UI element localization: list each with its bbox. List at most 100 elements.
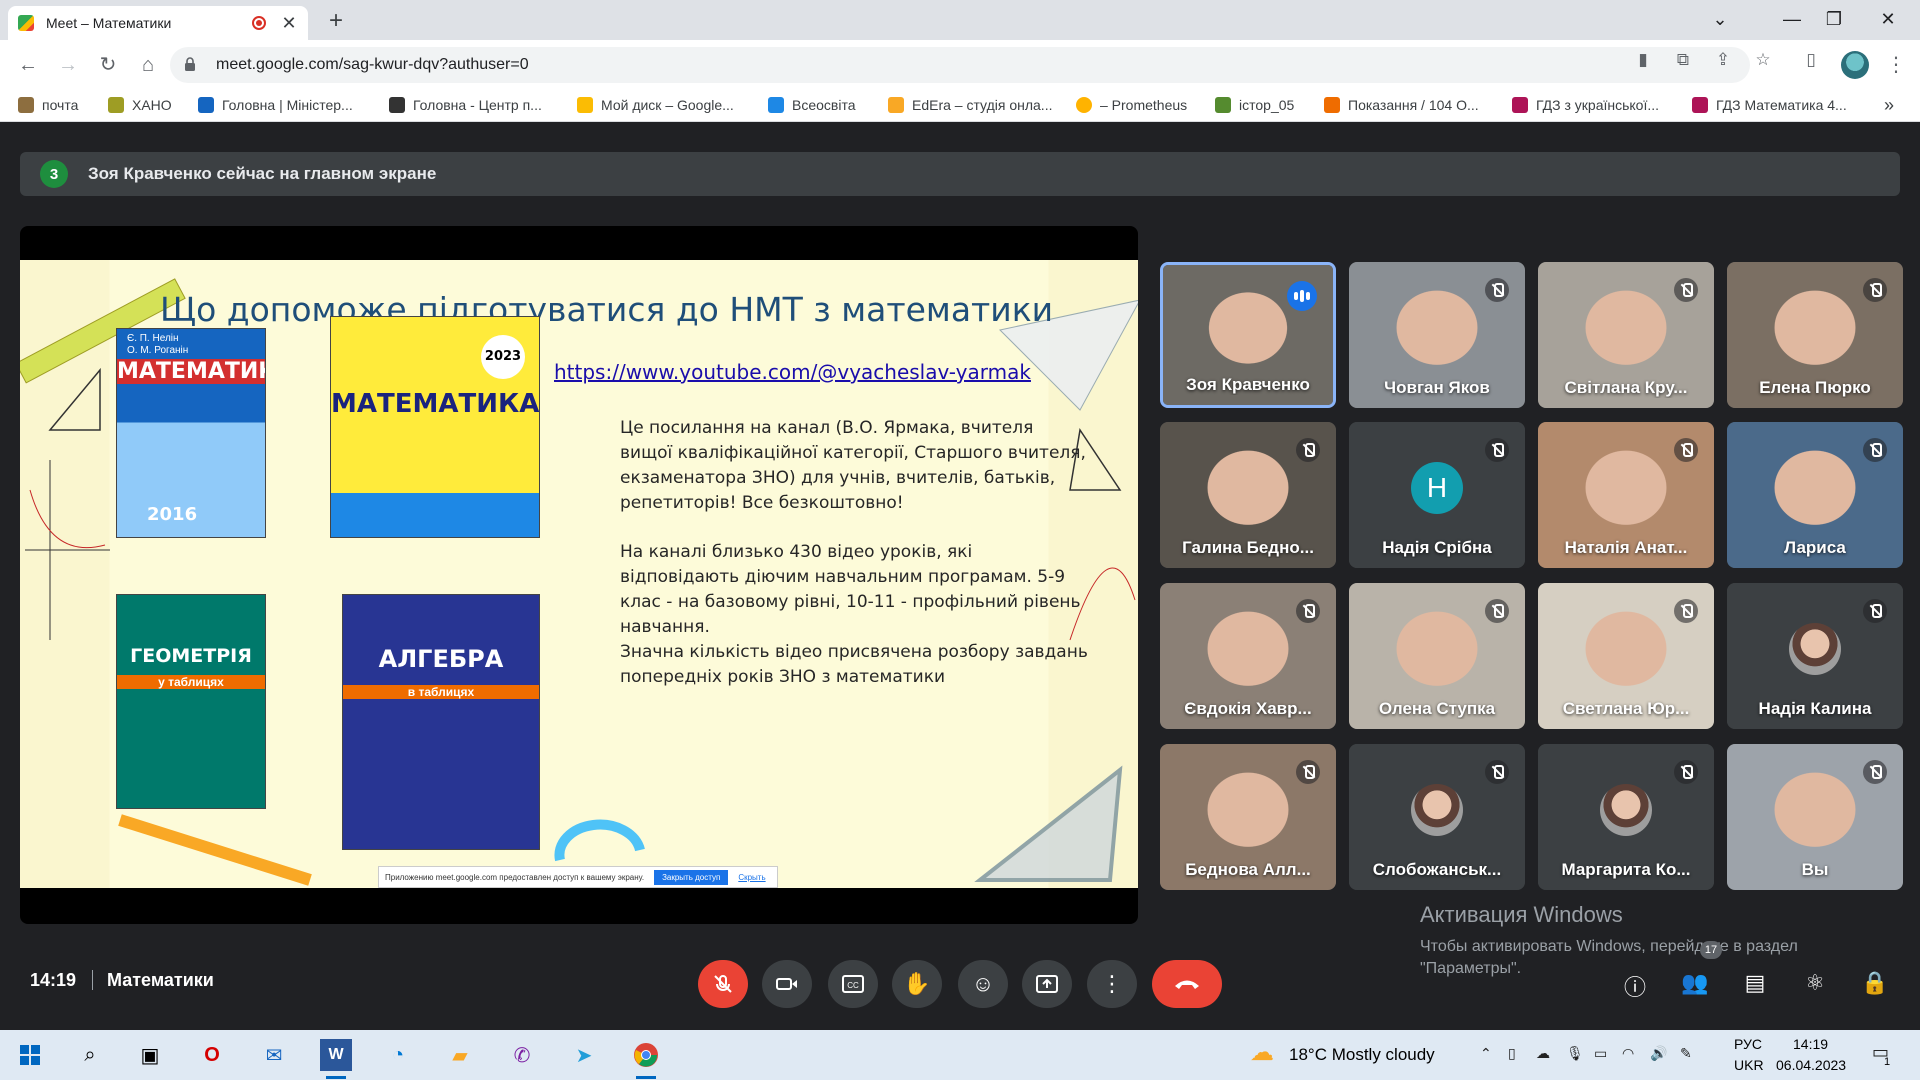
bookmark-icon — [1324, 97, 1340, 113]
raise-hand-button[interactable]: ✋ — [892, 960, 942, 1008]
present-screen-button[interactable] — [1022, 960, 1072, 1008]
wifi-icon[interactable]: ◠ — [1622, 1045, 1634, 1062]
telegram-icon[interactable]: ➤ — [568, 1039, 600, 1071]
participant-tile[interactable]: Наталія Анат... — [1538, 422, 1714, 568]
participant-tile[interactable]: Надія Калина — [1727, 583, 1903, 729]
participant-name: Вы — [1801, 860, 1829, 879]
bookmark-item[interactable]: Всеосвіта — [768, 97, 856, 113]
bookmark-item[interactable]: EdEra – студія онла... — [888, 97, 1052, 113]
reactions-button[interactable]: ☺ — [958, 960, 1008, 1008]
mic-off-icon — [1674, 278, 1698, 302]
profile-avatar[interactable] — [1841, 51, 1869, 79]
tab-search-icon[interactable]: ⌄ — [1700, 6, 1740, 32]
mail-app-icon[interactable]: ✉ — [258, 1039, 290, 1071]
bookmarks-overflow-button[interactable]: » — [1884, 95, 1894, 116]
back-arrow-icon[interactable]: ← — [14, 51, 42, 79]
windows-start-icon[interactable] — [14, 1039, 46, 1071]
participant-tile[interactable]: Слобожанськ... — [1349, 744, 1525, 890]
maximize-button[interactable]: ❐ — [1814, 6, 1854, 32]
side-panel-icon[interactable]: ▯ — [1800, 50, 1822, 70]
end-call-button[interactable] — [1152, 960, 1222, 1008]
bookmark-star-icon[interactable]: ☆ — [1752, 50, 1774, 70]
weather-text[interactable]: 18°C Mostly cloudy — [1289, 1045, 1435, 1065]
stop-sharing-button[interactable]: Закрыть доступ — [654, 869, 729, 885]
new-tab-button[interactable]: + — [322, 8, 350, 34]
hide-notice-link[interactable]: Скрыть — [738, 873, 765, 882]
word-icon[interactable]: W — [320, 1039, 352, 1079]
minimize-button[interactable]: — — [1772, 6, 1812, 32]
browser-menu-icon[interactable]: ⋮ — [1886, 52, 1906, 77]
bookmark-item[interactable]: ГДЗ Математика 4... — [1692, 97, 1847, 113]
taskbar-clock-date[interactable]: 06.04.2023 — [1776, 1057, 1846, 1073]
home-icon[interactable]: ⌂ — [134, 51, 162, 79]
close-tab-icon[interactable]: ✕ — [280, 13, 298, 34]
bookmark-item[interactable]: Головна - Центр п... — [389, 97, 542, 113]
bookmark-item[interactable]: Мой диск – Google... — [577, 97, 734, 113]
participant-tile[interactable]: Н Надія Срібна — [1349, 422, 1525, 568]
participant-name: Світлана Кру... — [1564, 378, 1688, 397]
open-in-new-icon[interactable]: ⧉ — [1672, 50, 1694, 70]
reload-icon[interactable]: ↻ — [94, 51, 122, 79]
participant-tile[interactable]: Євдокія Хавр... — [1160, 583, 1336, 729]
mic-off-icon — [1296, 599, 1320, 623]
file-explorer-icon[interactable]: ▰ — [444, 1039, 476, 1071]
bookmark-item[interactable]: істор_05 — [1215, 97, 1294, 113]
battery-icon[interactable]: ▭ — [1594, 1045, 1607, 1062]
close-window-button[interactable]: ✕ — [1868, 6, 1908, 32]
captions-button[interactable]: CC — [828, 960, 878, 1008]
viber-icon[interactable]: ✆ — [506, 1039, 538, 1071]
chrome-icon[interactable] — [630, 1039, 662, 1079]
opera-icon[interactable]: O — [196, 1039, 228, 1071]
task-view-icon[interactable]: ▣ — [134, 1039, 166, 1071]
share-icon[interactable]: ⇪ — [1712, 50, 1734, 70]
camera-toggle-button[interactable] — [762, 960, 812, 1008]
input-language-top[interactable]: РУС — [1734, 1036, 1762, 1052]
activities-icon[interactable]: ⚛ — [1798, 970, 1832, 996]
more-options-button[interactable]: ⋮ — [1087, 960, 1137, 1008]
search-icon[interactable]: ⌕ — [74, 1039, 106, 1071]
bookmark-item[interactable]: ХАНО — [108, 97, 172, 113]
participant-tile[interactable]: Олена Ступка — [1349, 583, 1525, 729]
participant-tile[interactable]: Вы — [1727, 744, 1903, 890]
camera-blocked-icon[interactable]: ▮ — [1632, 50, 1654, 70]
host-controls-lock-icon[interactable]: 🔒 — [1858, 970, 1892, 996]
taskbar-clock-time[interactable]: 14:19 — [1793, 1036, 1828, 1052]
participant-name: Светлана Юр... — [1562, 699, 1690, 718]
browser-tab[interactable]: Meet – Математики ✕ — [8, 6, 308, 40]
slide-paragraph-2: На каналі близько 430 відео уроків, які … — [620, 542, 1081, 637]
weather-icon[interactable]: ☁ — [1250, 1038, 1274, 1067]
people-icon[interactable]: 👥 — [1678, 970, 1712, 996]
bookmark-item[interactable]: почта — [18, 97, 78, 113]
forward-arrow-icon[interactable]: → — [54, 51, 82, 79]
onedrive-icon[interactable]: ☁ — [1536, 1045, 1550, 1062]
chat-icon[interactable]: ▤ — [1738, 970, 1772, 996]
tray-overflow-icon[interactable]: ⌃ — [1480, 1045, 1492, 1062]
microphone-tray-icon[interactable]: 🎙 — [1566, 1045, 1584, 1062]
bookmark-item[interactable]: – Prometheus — [1076, 97, 1187, 113]
bookmark-item[interactable]: Головна | Міністер... — [198, 97, 353, 113]
mic-off-icon — [1863, 760, 1887, 784]
input-language-bottom[interactable]: UKR — [1734, 1057, 1764, 1073]
microphone-toggle-button[interactable] — [698, 960, 748, 1008]
edge-icon[interactable]: ◔ — [382, 1039, 414, 1071]
participant-tile[interactable]: Маргарита Ко... — [1538, 744, 1714, 890]
pen-icon[interactable]: ✎ — [1680, 1045, 1692, 1062]
tray-device-icon[interactable]: ▯ — [1508, 1045, 1516, 1062]
bookmark-item[interactable]: Показання / 104 О... — [1324, 97, 1479, 113]
hand-icon: ✋ — [903, 971, 931, 996]
participant-tile[interactable]: Елена Пюрко — [1727, 262, 1903, 408]
participant-tile[interactable]: Човган Яков — [1349, 262, 1525, 408]
participant-tile[interactable]: Зоя Кравченко — [1160, 262, 1336, 408]
bookmark-item[interactable]: ГДЗ з української... — [1512, 97, 1659, 113]
omnibox[interactable]: meet.google.com/sag-kwur-dqv?authuser=0 — [170, 47, 1750, 83]
volume-icon[interactable]: 🔊 — [1650, 1045, 1667, 1062]
participant-tile[interactable]: Беднова Алл... — [1160, 744, 1336, 890]
participant-tile[interactable]: Светлана Юр... — [1538, 583, 1714, 729]
participant-tile[interactable]: Світлана Кру... — [1538, 262, 1714, 408]
meeting-details-icon[interactable]: ⓘ — [1618, 970, 1652, 1002]
participant-tile[interactable]: Галина Бедно... — [1160, 422, 1336, 568]
shared-screen: Що допоможе підготуватися до НМТ з матем… — [20, 226, 1138, 924]
participant-tile[interactable]: Лариса — [1727, 422, 1903, 568]
address-bar: ← → ↻ ⌂ meet.google.com/sag-kwur-dqv?aut… — [0, 40, 1920, 90]
youtube-channel-link[interactable]: https://www.youtube.com/@vyacheslav-yarm… — [554, 360, 1031, 384]
